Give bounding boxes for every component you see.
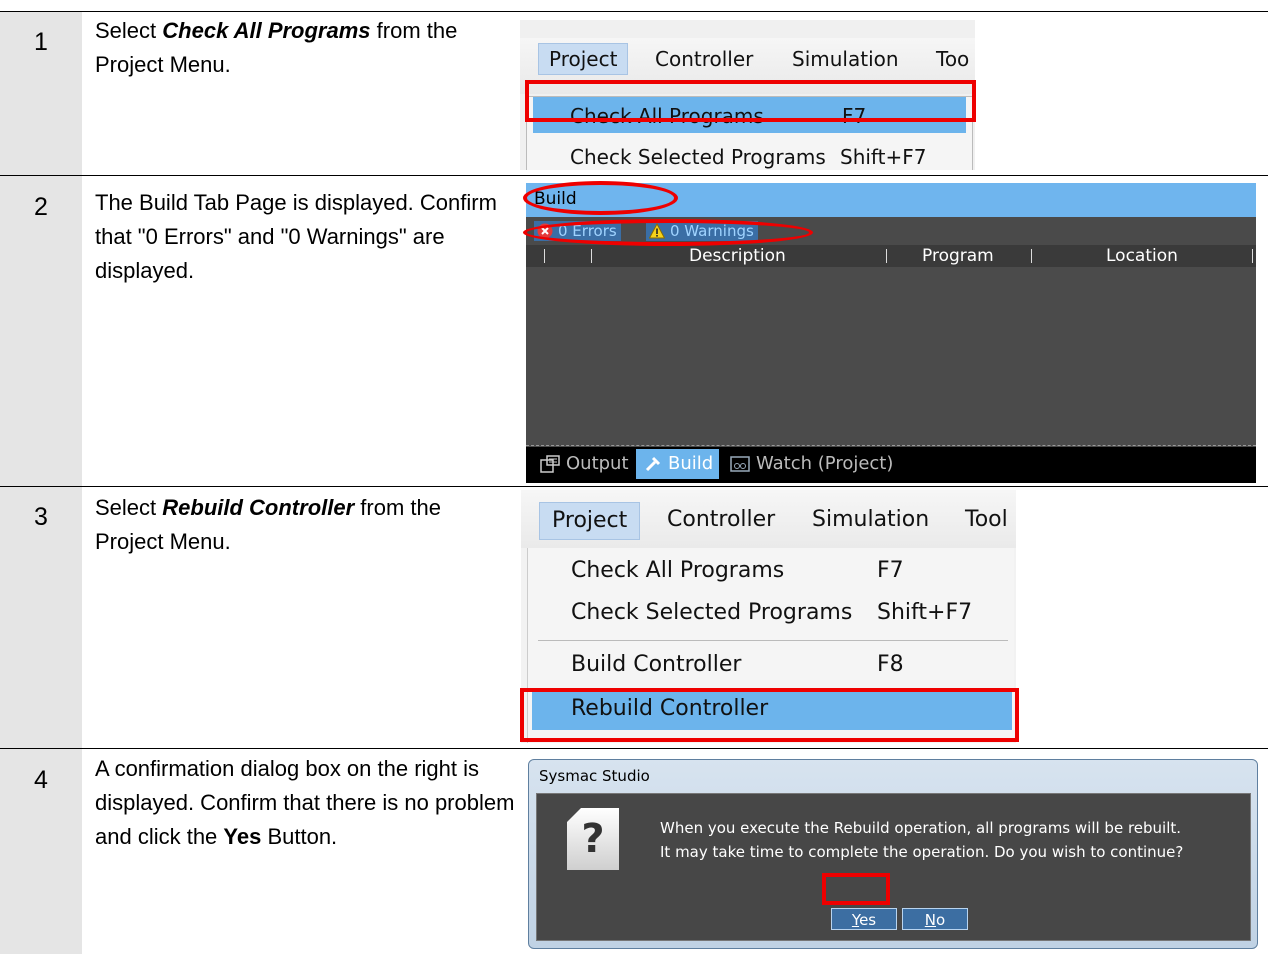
tab-output[interactable]: Output [536, 449, 633, 479]
step-description: A confirmation dialog box on the right i… [95, 752, 515, 854]
highlight-box [520, 688, 1019, 742]
menu-tab-controller[interactable]: Controller [667, 502, 775, 538]
column-header-location[interactable]: Location [1106, 246, 1178, 266]
menu-item-label: Check Selected Programs [570, 145, 826, 169]
step-emphasis: Rebuild Controller [162, 495, 355, 520]
step-number: 3 [34, 503, 48, 531]
menu-item-check-selected-programs[interactable]: Check Selected Programs [570, 145, 826, 169]
menu-item-shortcut: F7 [877, 558, 904, 583]
yes-button[interactable]: Yes [831, 908, 897, 930]
table-top-border [0, 11, 1268, 12]
no-label: o [936, 911, 946, 929]
tab-watch-project[interactable]: Watch (Project) [726, 449, 897, 479]
no-accelerator: N [924, 911, 937, 929]
column-header-description[interactable]: Description [689, 246, 786, 266]
tab-output-label: Output [566, 453, 629, 474]
step-number: 2 [34, 193, 48, 221]
step-emphasis: Yes [223, 824, 262, 849]
menu-item-label: Check Selected Programs [571, 600, 853, 625]
menu-tab-tools[interactable]: Tool [965, 502, 1008, 538]
output-icon [540, 455, 560, 473]
step-number: 4 [34, 766, 48, 794]
dialog-message-line: When you execute the Rebuild operation, … [660, 819, 1182, 837]
menu-tab-project[interactable]: Project [538, 43, 629, 75]
tab-build-label: Build [668, 453, 714, 474]
dialog-body: ? When you execute the Rebuild operation… [536, 793, 1251, 941]
menu-item-check-selected-programs[interactable]: Check Selected Programs [571, 600, 852, 625]
step-text: Select [95, 495, 163, 520]
confirmation-dialog: Sysmac Studio ? When you execute the Reb… [528, 759, 1258, 949]
step-text: The Build Tab Page is displayed. Confirm… [95, 190, 497, 283]
highlight-box [822, 873, 890, 905]
dialog-message-line: It may take time to complete the operati… [660, 843, 1184, 861]
yes-label: es [859, 911, 877, 929]
row-divider [0, 486, 1268, 487]
menu-tab-project[interactable]: Project [539, 502, 641, 540]
column-header-program[interactable]: Program [922, 246, 994, 266]
watch-icon [730, 456, 750, 472]
build-results-list [526, 267, 1256, 446]
menu-item-shortcut: Shift+F7 [840, 145, 927, 169]
step-number-cell [0, 176, 82, 486]
dialog-title: Sysmac Studio [539, 767, 650, 785]
row-divider [0, 175, 1268, 176]
step-number: 1 [34, 28, 48, 56]
panel-tab-strip: Output Build Watch (Project) [526, 447, 1256, 483]
menu-tab-simulation[interactable]: Simulation [792, 44, 899, 74]
step-description: Select Rebuild Controller from the Proje… [95, 491, 505, 559]
menu-tab-controller[interactable]: Controller [655, 44, 753, 74]
menu-item-shortcut: Shift+F7 [877, 600, 973, 625]
menu-item-shortcut: F8 [877, 652, 904, 677]
question-icon: ? [567, 808, 619, 870]
highlight-box [525, 80, 976, 122]
row-divider [0, 748, 1268, 749]
step-description: The Build Tab Page is displayed. Confirm… [95, 186, 515, 288]
build-icon [645, 456, 661, 472]
menu-item-label: Check All Programs [571, 558, 785, 583]
tab-watch-label: Watch (Project) [756, 453, 894, 474]
menu-item-check-all-programs[interactable]: Check All Programs [571, 558, 784, 583]
dialog-message: When you execute the Rebuild operation, … [660, 816, 1183, 864]
step-description: Select Check All Programs from the Proje… [95, 14, 475, 82]
yes-accelerator: Y [851, 911, 860, 929]
menu-tab-simulation[interactable]: Simulation [812, 502, 929, 538]
step-text: Button. [261, 824, 338, 849]
tab-build[interactable]: Build [636, 449, 720, 479]
step-emphasis: Check All Programs [162, 18, 371, 43]
menu-item-label: Build Controller [571, 652, 742, 677]
highlight-ellipse [523, 181, 678, 215]
menu-tab-tools[interactable]: Too [936, 44, 969, 74]
menu-separator [538, 640, 1008, 641]
no-button[interactable]: No [902, 908, 968, 930]
step-text: Select [95, 18, 163, 43]
highlight-ellipse [523, 219, 813, 246]
menu-item-build-controller[interactable]: Build Controller [571, 652, 741, 677]
build-table-header: Description Program Location [526, 245, 1256, 267]
